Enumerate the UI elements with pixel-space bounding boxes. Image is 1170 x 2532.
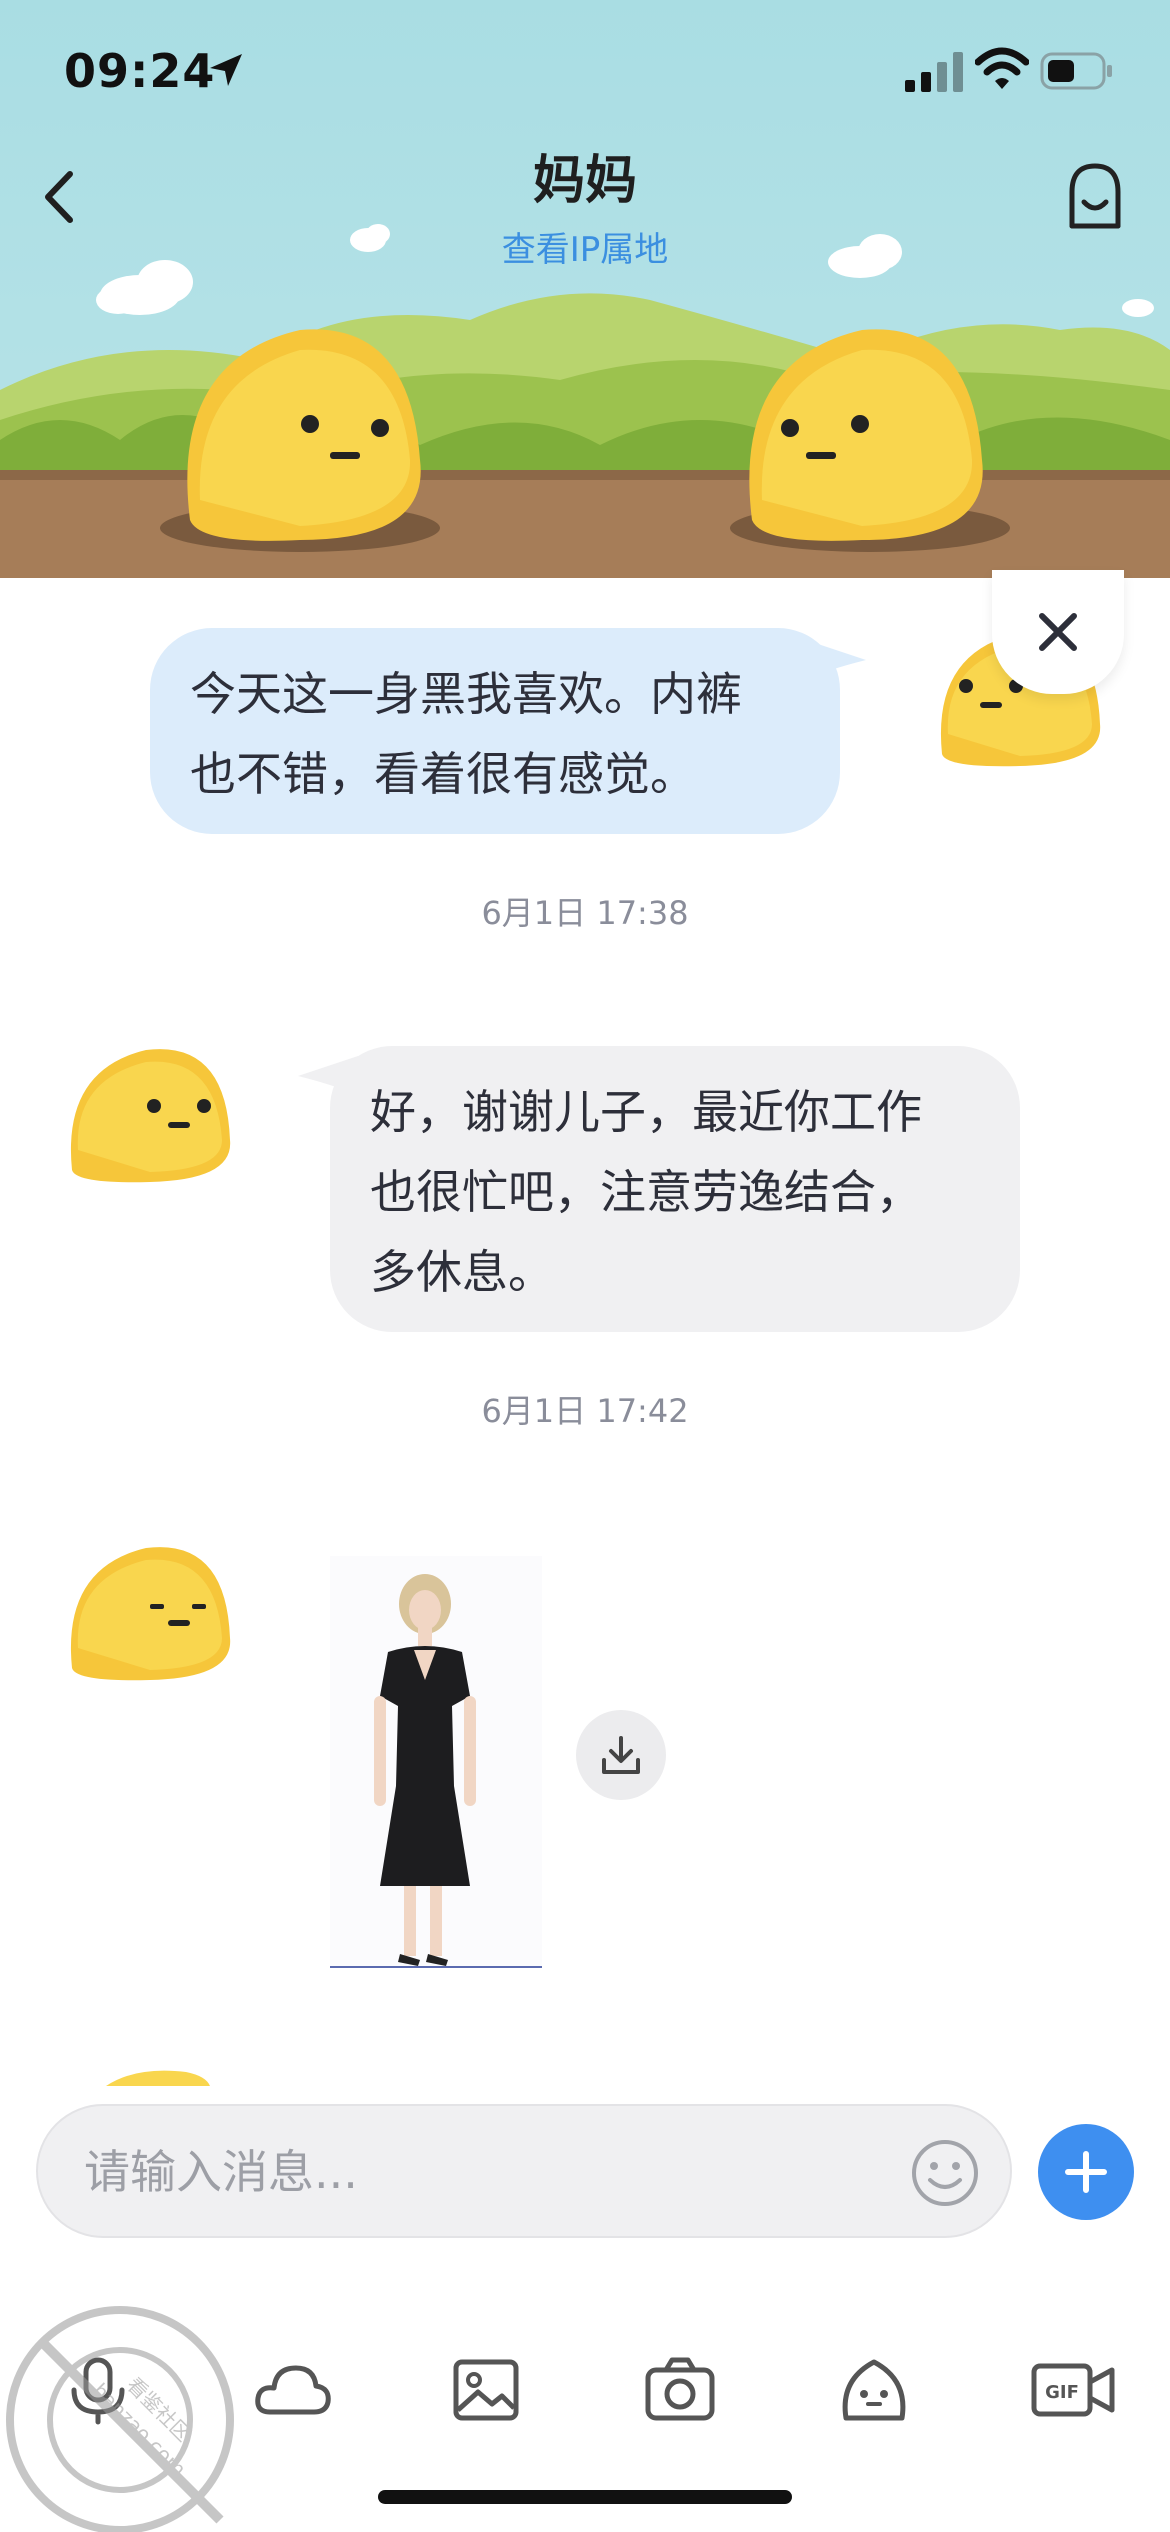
- message-image-dress[interactable]: [330, 1556, 542, 1968]
- download-button[interactable]: [576, 1710, 666, 1800]
- sticker-icon[interactable]: [834, 2350, 914, 2430]
- message-input[interactable]: [82, 2132, 862, 2212]
- plus-icon: [1065, 2151, 1107, 2193]
- bubble-tail: [806, 640, 866, 680]
- contact-avatar-blob-partial: [106, 2070, 210, 2086]
- camera-icon[interactable]: [640, 2350, 720, 2430]
- home-indicator: [378, 2490, 792, 2504]
- message-timestamp: 6月1日 17:42: [481, 1392, 689, 1430]
- location-arrow-icon: [210, 54, 242, 86]
- profile-avatar-icon[interactable]: [1062, 160, 1128, 234]
- emoji-icon[interactable]: [908, 2136, 982, 2210]
- cloud-icon[interactable]: [252, 2350, 332, 2430]
- message-line: 也不错，看着很有感觉。: [190, 747, 696, 801]
- chat-header: 09:24 妈妈 查看IP属地: [0, 0, 1170, 578]
- image-icon[interactable]: [446, 2350, 526, 2430]
- battery-icon: [1040, 52, 1112, 90]
- wifi-icon: [975, 47, 1029, 89]
- message-bubble-received[interactable]: 好，谢谢儿子，最近你工作 也很忙吧，注意劳逸结合， 多休息。: [330, 1046, 1020, 1332]
- status-time: 09:24: [64, 44, 216, 98]
- close-icon: [1039, 613, 1077, 651]
- svg-text:GIF: GIF: [1045, 2382, 1079, 2403]
- gif-video-icon[interactable]: GIF: [1028, 2350, 1120, 2430]
- download-icon: [602, 1736, 640, 1774]
- cellular-signal-icon: [905, 52, 963, 92]
- message-line: 今天这一身黑我喜欢。内裤: [190, 667, 742, 721]
- message-line: 也很忙吧，注意劳逸结合，: [370, 1165, 922, 1219]
- contact-avatar-blob[interactable]: [66, 1528, 234, 1684]
- message-line: 多休息。: [370, 1245, 554, 1299]
- message-bubble-sent[interactable]: 今天这一身黑我喜欢。内裤 也不错，看着很有感觉。: [150, 628, 840, 834]
- view-ip-location-link[interactable]: 查看IP属地: [0, 222, 1170, 271]
- message-input-container: [36, 2104, 1012, 2238]
- close-button[interactable]: [992, 570, 1124, 694]
- message-timestamp: 6月1日 17:38: [481, 894, 689, 932]
- contact-avatar-blob[interactable]: [66, 1030, 234, 1186]
- plus-button[interactable]: [1038, 2124, 1134, 2220]
- message-line: 好，谢谢儿子，最近你工作: [370, 1085, 922, 1139]
- watermark-logo: hanzao.com 看鉴社区: [6, 2306, 234, 2532]
- dress-photo-icon: [330, 1556, 542, 1968]
- chat-title: 妈妈: [532, 151, 637, 211]
